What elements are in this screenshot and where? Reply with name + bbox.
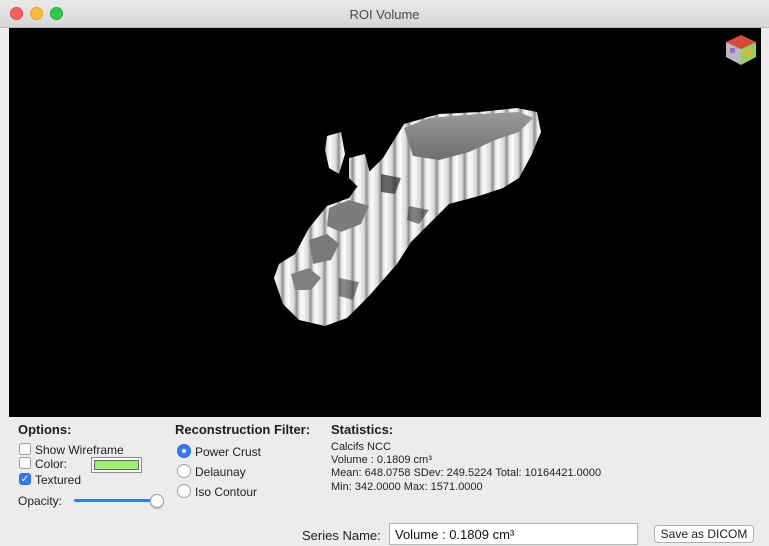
textured-label: Textured — [35, 473, 82, 487]
iso-contour-label: Iso Contour — [195, 485, 258, 499]
delaunay-label: Delaunay — [195, 465, 246, 479]
power-crust-label: Power Crust — [195, 445, 262, 459]
series-name-input[interactable] — [389, 523, 638, 545]
statistics-roi-name: Calcifs NCC — [331, 441, 391, 453]
show-wireframe-checkbox[interactable] — [19, 443, 31, 455]
volume-render-viewport[interactable] — [9, 28, 761, 417]
power-crust-radio[interactable] — [177, 444, 191, 458]
save-as-dicom-button[interactable]: Save as DICOM — [654, 525, 754, 543]
orientation-cube-icon[interactable] — [723, 32, 759, 68]
show-wireframe-label: Show Wireframe — [35, 443, 124, 457]
iso-contour-radio[interactable] — [177, 484, 191, 498]
delaunay-radio[interactable] — [177, 464, 191, 478]
opacity-slider-track[interactable] — [74, 499, 158, 502]
statistics-mean-sdev-total: Mean: 648.0758 SDev: 249.5224 Total: 101… — [331, 467, 602, 479]
opacity-slider-thumb[interactable] — [150, 494, 164, 508]
reconstruction-filter-heading: Reconstruction Filter: — [175, 422, 311, 437]
color-well[interactable] — [91, 457, 142, 473]
statistics-volume: Volume : 0.1809 cm³ — [331, 454, 432, 466]
opacity-label: Opacity: — [18, 494, 63, 508]
options-heading: Options: — [18, 422, 72, 437]
color-swatch — [94, 460, 139, 470]
title-bar: ROI Volume — [0, 0, 769, 28]
textured-checkbox[interactable]: ✓ — [19, 473, 31, 485]
series-name-label: Series Name: — [302, 528, 381, 543]
statistics-min-max: Min: 342.0000 Max: 1571.0000 — [331, 481, 483, 493]
color-checkbox[interactable] — [19, 457, 31, 469]
statistics-heading: Statistics: — [331, 422, 394, 437]
window-title: ROI Volume — [349, 7, 420, 22]
roi-volume-render — [274, 108, 541, 326]
color-label: Color: — [35, 457, 68, 471]
